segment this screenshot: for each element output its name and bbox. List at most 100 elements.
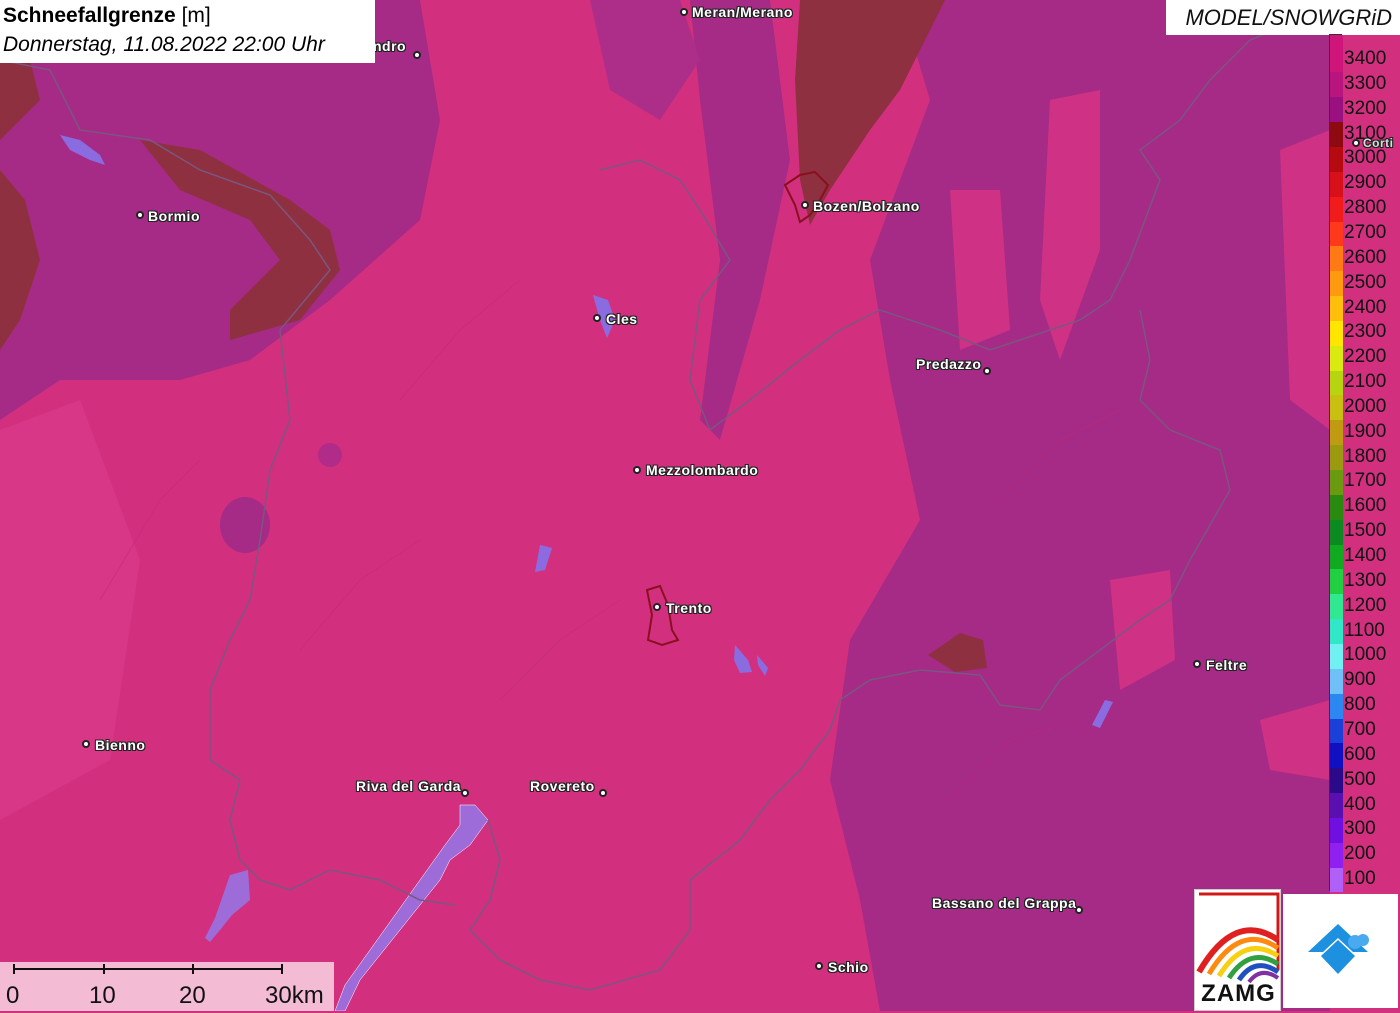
legend-swatch-1100 [1330,619,1343,644]
title-panel: Schneefallgrenze [m] Donnerstag, 11.08.2… [0,0,375,63]
zamg-logo-text: ZAMG [1201,980,1276,1007]
legend-label-2100: 2100 [1344,371,1387,393]
map-title-unit: [m] [181,4,211,27]
legend-swatch-3100 [1330,122,1343,147]
scale-label-0: 0 [6,982,20,1009]
legend-label-800: 800 [1344,694,1376,716]
city-dot-ndro [413,51,421,59]
city-dot-predazzo [983,367,991,375]
legend-swatch-2200 [1330,345,1343,371]
legend-label-2800: 2800 [1344,197,1387,219]
scale-label-20: 20 [179,982,206,1009]
legend-label-2500: 2500 [1344,271,1387,293]
legend-label-1400: 1400 [1344,545,1387,566]
legend-color-bar [1329,34,1343,893]
map-datetime: Donnerstag, 11.08.2022 22:00 Uhr [3,33,325,56]
map-title-main: Schneefallgrenze [3,4,176,27]
legend-label-100: 100 [1344,868,1376,890]
city-label-predazzo: Predazzo [916,356,982,372]
legend-label-2200: 2200 [1344,346,1387,368]
legend-label-1200: 1200 [1344,594,1387,616]
legend-label-3300: 3300 [1344,72,1387,94]
legend-swatch-2600 [1330,246,1343,272]
city-label-schio: Schio [828,959,869,975]
legend-swatch-2000 [1330,395,1343,421]
legend-swatch-500 [1330,768,1343,794]
legend-swatch-1800 [1330,445,1343,471]
city-label-bormio: Bormio [148,208,200,224]
scale-label-30km: 30km [265,982,324,1009]
legend-label-1300: 1300 [1344,569,1387,591]
secondary-logo[interactable] [1283,894,1398,1008]
legend-swatch-300 [1330,817,1343,843]
legend-swatch-2800 [1330,196,1343,222]
city-label-meran-merano: Meran/Merano [692,4,793,20]
color-legend: 3400 3300 3200 3100 3000 2900 2800 2700 2600 2500… [1329,34,1400,893]
city-dot-schio [815,962,823,970]
model-label: MODEL/SNOWGRiD [1185,5,1392,30]
legend-label-700: 700 [1344,718,1376,740]
city-dot-riva-del-garda [461,789,469,797]
legend-swatch-1300 [1330,569,1343,595]
legend-label-300: 300 [1344,818,1376,840]
city-label-rovereto: Rovereto [530,778,595,794]
legend-swatch-3200 [1330,97,1343,123]
legend-swatch-3300 [1330,72,1343,98]
legend-label-400: 400 [1344,793,1376,815]
legend-swatch-2300 [1330,320,1343,346]
legend-swatch-1200 [1330,594,1343,620]
city-dot-feltre [1193,660,1201,668]
legend-label-1700: 1700 [1344,470,1387,492]
legend-swatch-2100 [1330,370,1343,396]
zamg-logo[interactable]: ZAMG [1194,889,1281,1011]
city-dot-rovereto [599,789,607,797]
legend-label-2700: 2700 [1344,221,1387,243]
legend-label-2000: 2000 [1344,395,1387,417]
legend-label-3000: 3000 [1344,147,1387,169]
legend-label-200: 200 [1344,843,1376,865]
city-label-cles: Cles [606,311,638,327]
legend-label-2900: 2900 [1344,172,1387,194]
legend-label-1500: 1500 [1344,520,1387,542]
legend-swatch-1400 [1330,544,1343,570]
city-label-riva-del-garda: Riva del Garda [356,778,462,794]
legend-label-600: 600 [1344,743,1376,765]
legend-label-2300: 2300 [1344,321,1387,343]
city-dot-cles [593,314,601,322]
legend-label-1900: 1900 [1344,420,1387,442]
city-dot-bormio [136,211,144,219]
legend-label-1800: 1800 [1344,445,1387,467]
legend-label-1000: 1000 [1344,644,1387,666]
city-label-mezzolombardo: Mezzolombardo [646,462,759,478]
scale-bar: 0 10 20 30km [0,962,334,1011]
legend-swatch-700 [1330,718,1343,744]
legend-swatch-600 [1330,743,1343,769]
legend-swatch-2900 [1330,171,1343,197]
city-label-bassano-del-grappa: Bassano del Grappa [932,895,1077,911]
purple-blob-2 [318,443,342,467]
legend-label-900: 900 [1344,669,1376,691]
legend-swatch-800 [1330,693,1343,719]
legend-swatch-3400 [1330,47,1343,73]
legend-swatch-100 [1330,867,1343,893]
city-label-trento: Trento [666,600,712,616]
legend-swatch-2700 [1330,221,1343,247]
legend-swatch-1900 [1330,420,1343,446]
city-label-bienno: Bienno [95,737,146,753]
legend-swatch-top [1330,35,1343,48]
scale-label-10: 10 [89,982,116,1009]
legend-label-2600: 2600 [1344,246,1387,268]
legend-label-2400: 2400 [1344,296,1387,318]
city-dot-bienno [82,740,90,748]
model-label-panel: MODEL/SNOWGRiD [1166,0,1400,35]
city-dot-trento [653,603,661,611]
city-label-feltre: Feltre [1206,657,1248,673]
legend-swatch-1600 [1330,494,1343,520]
city-dot-bozen-bolzano [801,201,809,209]
city-dot-meran-merano [680,8,688,16]
legend-label-3100: 3100 [1344,122,1387,144]
legend-swatch-200 [1330,842,1343,868]
legend-swatch-2500 [1330,271,1343,297]
city-label-bozen-bolzano: Bozen/Bolzano [813,198,920,214]
snowfall-line-map[interactable] [0,0,1400,1011]
